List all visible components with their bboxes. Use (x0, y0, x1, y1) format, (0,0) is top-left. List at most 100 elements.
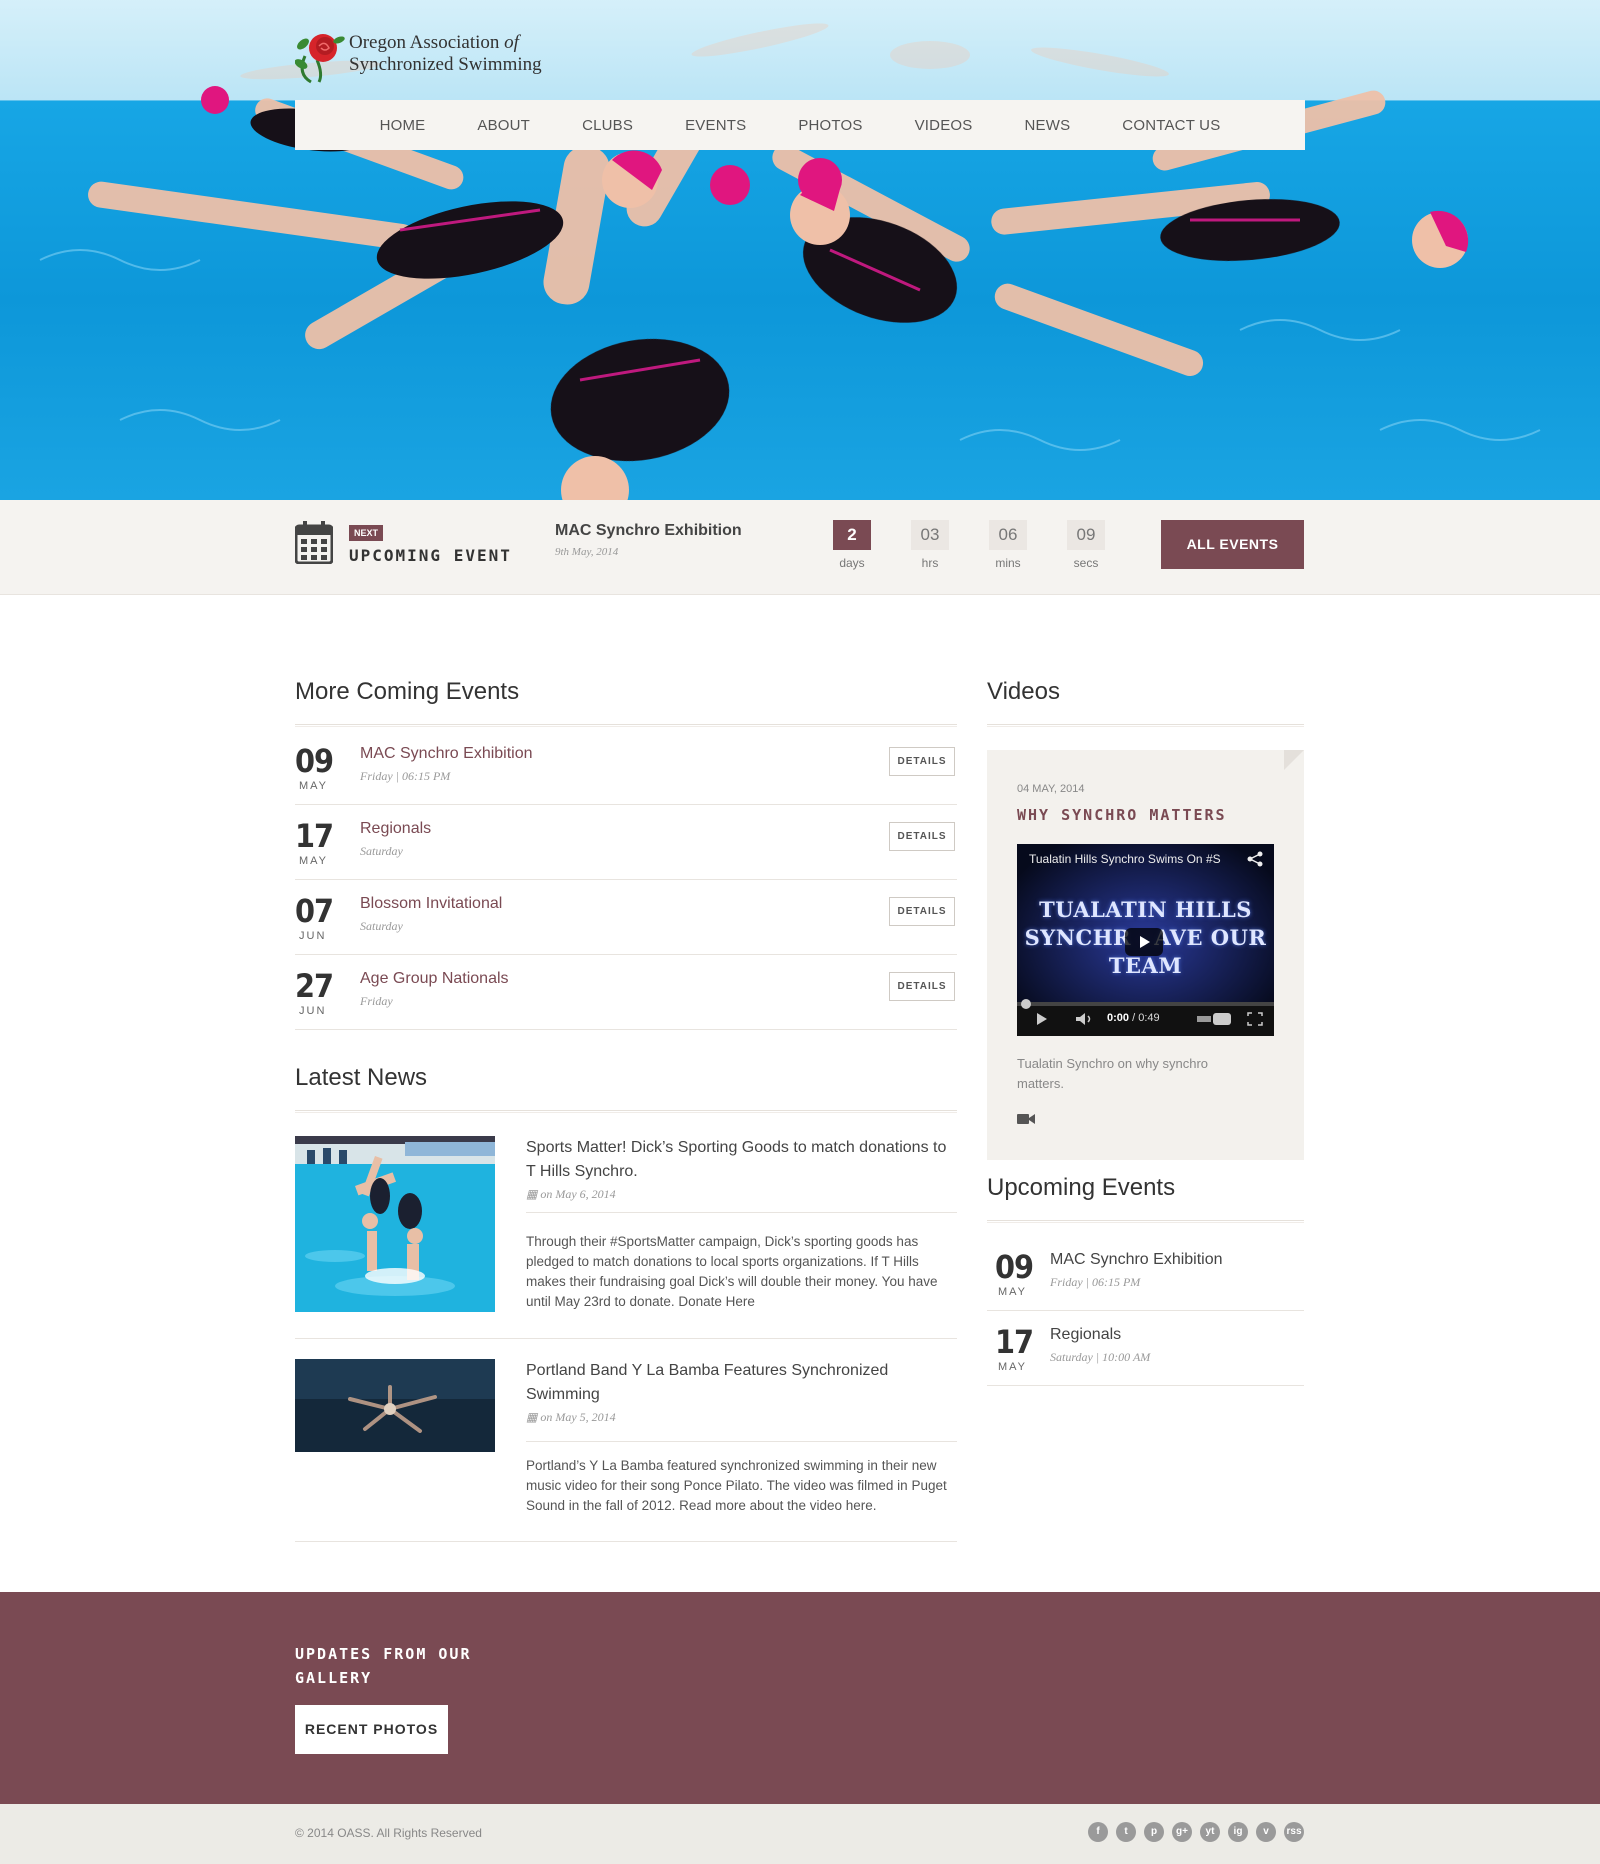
vimeo-icon[interactable]: v (1256, 1822, 1276, 1842)
video-description: Tualatin Synchro on why synchro matters. (1017, 1056, 1209, 1091)
upcoming-event-bar (0, 500, 1600, 595)
countdown-unit: days (839, 556, 865, 570)
fullscreen-icon[interactable] (1247, 1012, 1263, 1026)
upcoming-event-title[interactable]: MAC Synchro Exhibition (555, 522, 742, 540)
latest-news-title: Latest News (295, 1064, 428, 1091)
event-row: 27 JUN Age Group Nationals Friday DETAIL… (295, 955, 957, 1030)
nav-photos[interactable]: PHOTOS (772, 117, 888, 134)
news-item: Portland Band Y La Bamba Features Synchr… (295, 1359, 957, 1542)
youtube-icon[interactable]: yt (1200, 1822, 1220, 1842)
event-month: MAY (998, 1361, 1028, 1373)
video-title[interactable]: WHY SYNCHRO MATTERS (1017, 806, 1227, 824)
nav-contact-us[interactable]: CONTACT US (1096, 117, 1246, 134)
news-date: ▦ on May 5, 2014 (526, 1410, 616, 1424)
event-details-button[interactable]: DETAILS (889, 897, 955, 926)
more-events-title: More Coming Events (295, 678, 520, 705)
play-icon (1140, 936, 1150, 948)
countdown-days: 2 days (832, 520, 872, 570)
volume-icon[interactable] (1075, 1012, 1095, 1026)
youtube-logo-icon[interactable] (1197, 1012, 1231, 1026)
event-month: MAY (299, 780, 329, 792)
card-fold-corner (1284, 750, 1304, 770)
pinterest-icon[interactable]: p (1144, 1822, 1164, 1842)
countdown-minutes: 06 mins (988, 520, 1028, 570)
event-details-button[interactable]: DETAILS (889, 747, 955, 776)
video-card: 04 MAY, 2014 WHY SYNCHRO MATTERS Tualati… (987, 750, 1304, 1160)
event-name[interactable]: MAC Synchro Exhibition (360, 745, 533, 763)
event-day: 17 (295, 817, 334, 855)
google-plus-icon[interactable]: g+ (1172, 1822, 1192, 1842)
upcoming-event-label: UPCOMING EVENT (349, 546, 512, 565)
event-name[interactable]: Regionals (1050, 1326, 1121, 1344)
event-day: 09 (295, 742, 334, 780)
event-day: 07 (295, 892, 334, 930)
news-title[interactable]: Sports Matter! Dick’s Sporting Goods to … (526, 1136, 956, 1184)
news-photo-pool-lift (295, 1136, 495, 1312)
event-name[interactable]: Blossom Invitational (360, 895, 502, 913)
nav-videos[interactable]: VIDEOS (889, 117, 999, 134)
progress-handle[interactable] (1021, 999, 1031, 1009)
news-thumbnail[interactable] (295, 1136, 495, 1312)
event-subtitle: Saturday (360, 844, 403, 858)
calendar-small-icon: ▦ (526, 1187, 541, 1201)
rose-logo-icon (295, 34, 345, 84)
event-month: JUN (299, 930, 327, 942)
player-video-title[interactable]: Tualatin Hills Synchro Swims On #S (1029, 852, 1221, 866)
gallery-heading: UPDATES FROM OUR GALLERY (295, 1645, 472, 1687)
sidebar-event-row: 17 MAY Regionals Saturday | 10:00 AM (987, 1311, 1304, 1386)
player-progress-bar[interactable] (1017, 1002, 1274, 1006)
event-subtitle: Saturday | 10:00 AM (1050, 1350, 1151, 1364)
news-date: ▦ on May 6, 2014 (526, 1187, 616, 1201)
calendar-small-icon: ▦ (526, 1410, 541, 1424)
news-divider (526, 1441, 957, 1442)
event-subtitle: Friday | 06:15 PM (1050, 1275, 1141, 1289)
event-name[interactable]: MAC Synchro Exhibition (1050, 1251, 1223, 1269)
news-excerpt: Through their #SportsMatter campaign, Di… (526, 1234, 938, 1309)
section-divider (295, 724, 957, 727)
section-divider (295, 1110, 957, 1113)
facebook-icon[interactable]: f (1088, 1822, 1108, 1842)
event-row: 09 MAY MAC Synchro Exhibition Friday | 0… (295, 730, 957, 805)
nav-news[interactable]: NEWS (998, 117, 1096, 134)
video-camera-icon (1017, 1114, 1035, 1124)
event-name[interactable]: Age Group Nationals (360, 970, 509, 988)
countdown-seconds: 09 secs (1066, 520, 1106, 570)
event-name[interactable]: Regionals (360, 820, 431, 838)
share-icon[interactable] (1246, 850, 1264, 868)
nav-home[interactable]: HOME (354, 117, 452, 134)
event-day: 17 (995, 1323, 1034, 1361)
event-subtitle: Friday (360, 994, 393, 1008)
event-details-button[interactable]: DETAILS (889, 822, 955, 851)
event-day: 09 (995, 1248, 1034, 1286)
nav-events[interactable]: EVENTS (659, 117, 772, 134)
play-control-icon[interactable] (1035, 1012, 1049, 1026)
section-divider (987, 1220, 1304, 1223)
rss-icon[interactable]: rss (1284, 1822, 1304, 1842)
event-details-button[interactable]: DETAILS (889, 972, 955, 1001)
recent-photos-button[interactable]: RECENT PHOTOS (295, 1705, 448, 1754)
site-logo[interactable]: Oregon Association of Synchronized Swimm… (295, 28, 555, 86)
player-time: 0:00 / 0:49 (1107, 1012, 1160, 1024)
next-badge: NEXT (349, 525, 384, 541)
news-thumbnail[interactable] (295, 1359, 495, 1452)
nav-clubs[interactable]: CLUBS (556, 117, 659, 134)
countdown-value: 09 (1067, 520, 1105, 550)
news-photo-star-formation (295, 1359, 495, 1452)
main-nav: HOME ABOUT CLUBS EVENTS PHOTOS VIDEOS NE… (295, 100, 1305, 150)
event-month: JUN (299, 1005, 327, 1017)
play-overlay-button[interactable] (1125, 928, 1163, 956)
event-row: 07 JUN Blossom Invitational Saturday DET… (295, 880, 957, 955)
youtube-player[interactable]: Tualatin Hills Synchro Swims On #S TUALA… (1017, 844, 1274, 1036)
news-title[interactable]: Portland Band Y La Bamba Features Synchr… (526, 1359, 956, 1407)
calendar-icon (295, 521, 333, 564)
nav-about[interactable]: ABOUT (451, 117, 556, 134)
social-links: f t p g+ yt ig v rss (1088, 1822, 1304, 1842)
all-events-button[interactable]: ALL EVENTS (1161, 520, 1304, 569)
upcoming-event-date: 9th May, 2014 (555, 546, 619, 558)
twitter-icon[interactable]: t (1116, 1822, 1136, 1842)
event-month: MAY (299, 855, 329, 867)
event-subtitle: Friday | 06:15 PM (360, 769, 451, 783)
countdown-value: 2 (833, 520, 871, 550)
countdown-unit: mins (995, 556, 1021, 570)
instagram-icon[interactable]: ig (1228, 1822, 1248, 1842)
